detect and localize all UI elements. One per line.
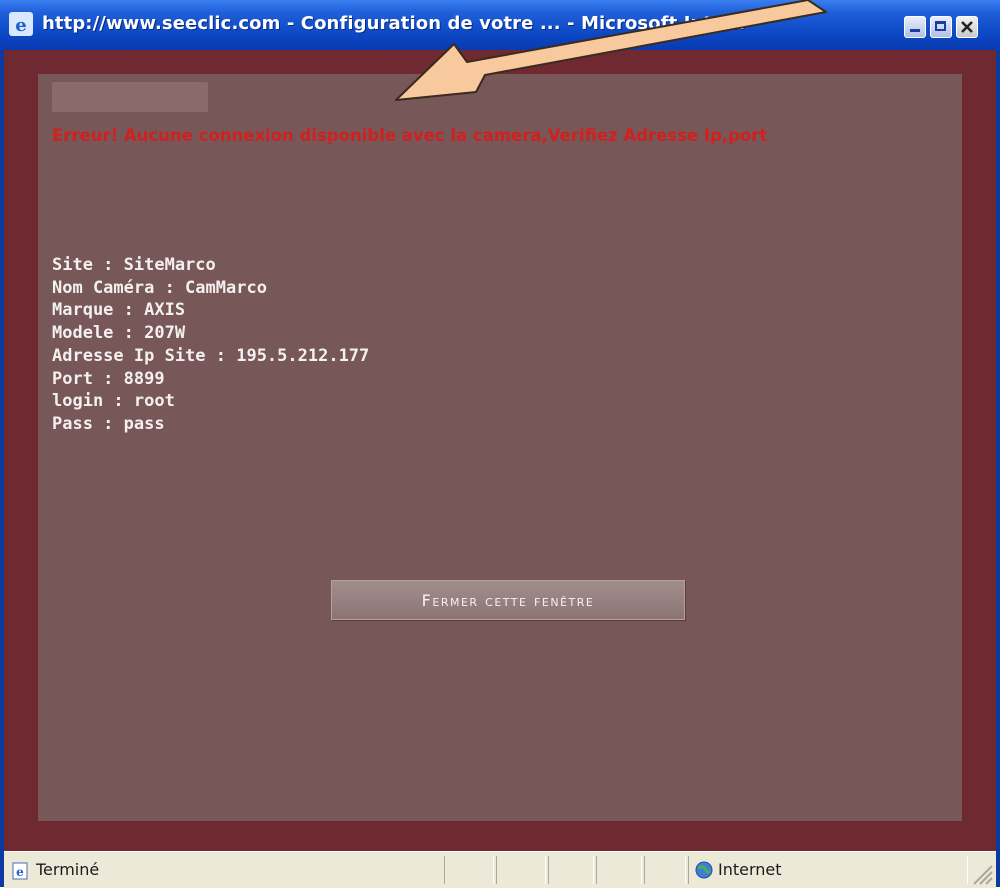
config-panel: Erreur! Aucune connexion disponible avec… [38, 74, 962, 821]
panel-heading-placeholder [52, 82, 208, 112]
browser-window: e http://www.seeclic.com - Configuration… [0, 0, 1000, 888]
status-text: Terminé [36, 860, 100, 879]
status-bar: e Terminé Internet [4, 851, 996, 888]
title-bar[interactable]: e http://www.seeclic.com - Configuration… [0, 0, 1000, 50]
status-cell [596, 856, 642, 884]
status-cell [644, 856, 686, 884]
internet-zone-icon [695, 861, 713, 879]
page-content: Erreur! Aucune connexion disponible avec… [4, 50, 996, 851]
info-ip: Adresse Ip Site : 195.5.212.177 [52, 345, 370, 366]
info-model: Modele : 207W [52, 323, 186, 344]
info-camera-name: Nom Caméra : CamMarco [52, 277, 267, 298]
minimize-icon [910, 29, 920, 32]
window-title: http://www.seeclic.com - Configuration d… [42, 13, 746, 34]
resize-grip-icon[interactable] [968, 860, 994, 886]
info-login: login : root [52, 391, 175, 412]
zone-text: Internet [718, 860, 782, 879]
status-cell [444, 856, 494, 884]
close-icon [961, 21, 973, 33]
ie-icon: e [9, 12, 33, 36]
close-window-button[interactable] [956, 16, 978, 38]
svg-text:e: e [15, 15, 26, 36]
status-cell [548, 856, 594, 884]
maximize-button[interactable] [930, 16, 952, 38]
status-cell [496, 856, 546, 884]
info-brand: Marque : AXIS [52, 300, 186, 321]
svg-text:e: e [16, 865, 24, 879]
minimize-button[interactable] [904, 16, 926, 38]
info-pass: Pass : pass [52, 413, 165, 434]
error-message: Erreur! Aucune connexion disponible avec… [52, 126, 768, 145]
page-icon: e [12, 862, 28, 880]
close-window-page-button[interactable]: Fermer cette fenêtre [331, 580, 685, 620]
camera-info: Site : SiteMarco Nom Caméra : CamMarco M… [52, 254, 369, 436]
info-port: Port : 8899 [52, 368, 165, 389]
info-site: Site : SiteMarco [52, 255, 216, 275]
maximize-icon [935, 21, 946, 31]
